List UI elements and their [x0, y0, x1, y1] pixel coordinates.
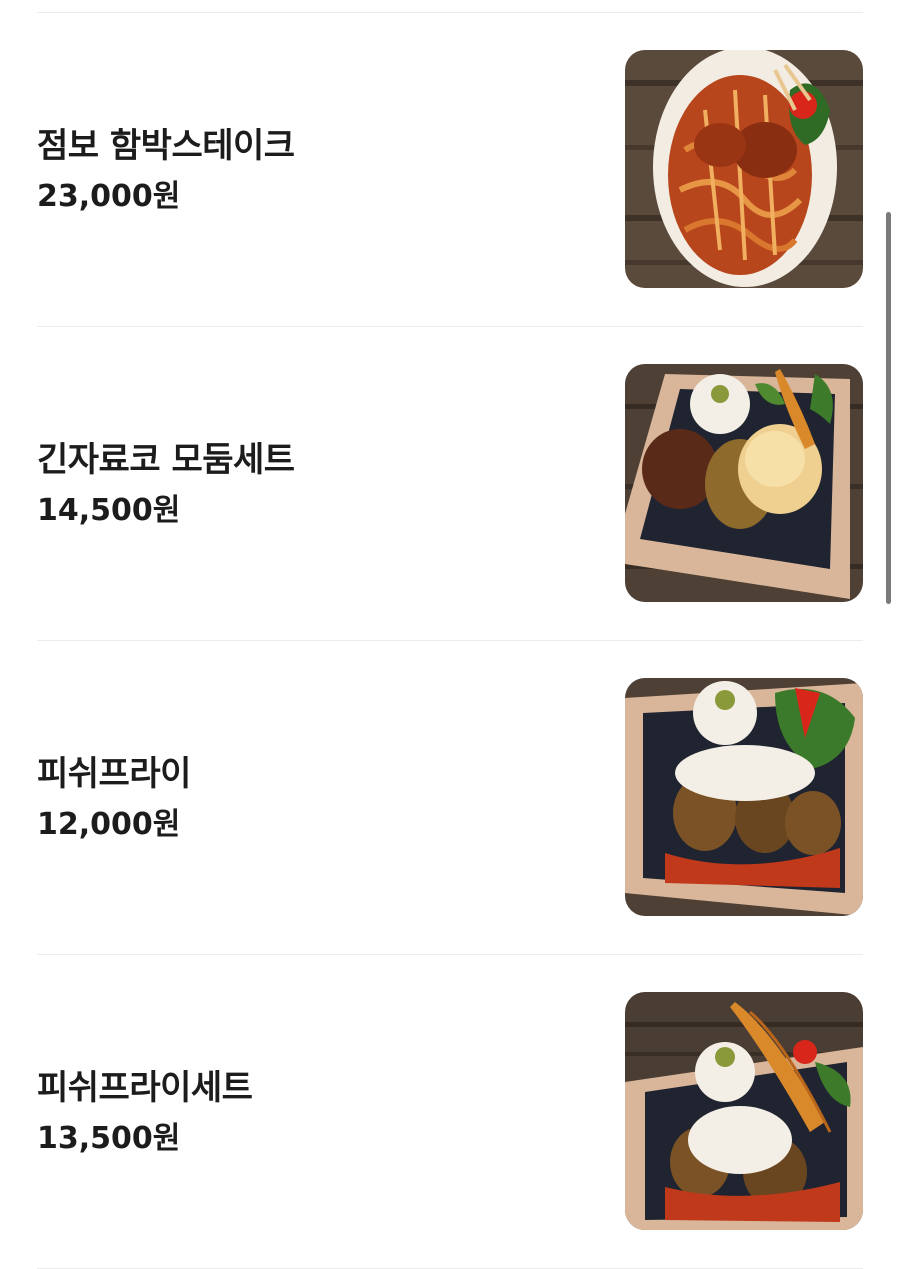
menu-item-price: 14,500원 — [37, 492, 181, 528]
assorted-set-tray-photo-icon[interactable] — [625, 364, 863, 602]
menu-item-fish-fry[interactable]: 피쉬프라이 12,000원 — [0, 641, 900, 954]
menu-item-name: 피쉬프라이세트 — [37, 1067, 253, 1108]
menu-list-screen: 점보 함박스테이크 23,000원 긴자료코 모둠세트 14,500원 피쉬프라… — [0, 0, 900, 1269]
menu-item-name: 피쉬프라이 — [37, 753, 191, 794]
menu-item-info: 긴자료코 모둠세트 14,500원 — [37, 327, 577, 640]
menu-item-price: 13,500원 — [37, 1120, 181, 1156]
menu-item-price: 12,000원 — [37, 806, 181, 842]
menu-item-name: 긴자료코 모둠세트 — [37, 439, 295, 480]
fish-fry-set-tray-photo-icon[interactable] — [625, 992, 863, 1230]
menu-item-name: 점보 함박스테이크 — [37, 125, 295, 166]
menu-item-fish-fry-set[interactable]: 피쉬프라이세트 13,500원 — [0, 955, 900, 1268]
fish-fry-tray-photo-icon[interactable] — [625, 678, 863, 916]
menu-item-price: 23,000원 — [37, 178, 181, 214]
menu-item-info: 피쉬프라이세트 13,500원 — [37, 955, 577, 1268]
menu-item-ginza-ryoko-assorted-set[interactable]: 긴자료코 모둠세트 14,500원 — [0, 327, 900, 640]
menu-item-jumbo-hamburg-steak[interactable]: 점보 함박스테이크 23,000원 — [0, 13, 900, 326]
hamburg-steak-pasta-photo-icon[interactable] — [625, 50, 863, 288]
vertical-scrollbar[interactable] — [886, 212, 891, 604]
menu-item-info: 점보 함박스테이크 23,000원 — [37, 13, 577, 326]
menu-item-info: 피쉬프라이 12,000원 — [37, 641, 577, 954]
